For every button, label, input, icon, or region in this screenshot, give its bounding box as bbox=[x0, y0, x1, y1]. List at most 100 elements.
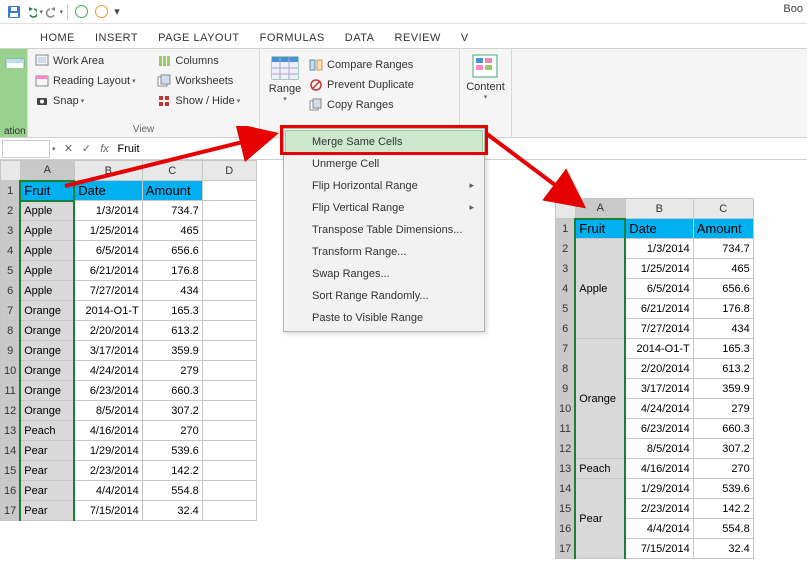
green-circle-icon[interactable] bbox=[72, 3, 90, 21]
r-col-header-A[interactable]: A bbox=[575, 199, 625, 219]
cell-b13[interactable]: 4/16/2014 bbox=[74, 421, 142, 441]
qat-more-button[interactable]: ▾ bbox=[112, 3, 122, 21]
name-box[interactable] bbox=[2, 140, 50, 158]
cell-a13[interactable]: Peach bbox=[20, 421, 74, 441]
cell-b4[interactable]: 6/5/2014 bbox=[74, 241, 142, 261]
r-cell-c13[interactable]: 270 bbox=[693, 459, 753, 479]
cell-b14[interactable]: 1/29/2014 bbox=[74, 441, 142, 461]
r-col-header-B[interactable]: B bbox=[625, 199, 693, 219]
cell-b16[interactable]: 4/4/2014 bbox=[74, 481, 142, 501]
r-row-header-5[interactable]: 5 bbox=[556, 299, 576, 319]
cell-c13[interactable]: 270 bbox=[142, 421, 202, 441]
compare-ranges-button[interactable]: Compare Ranges bbox=[306, 55, 416, 75]
menu-item-flip-horizontal-range[interactable]: Flip Horizontal Range bbox=[286, 175, 482, 197]
cell-d12[interactable] bbox=[202, 401, 256, 421]
cell-b11[interactable]: 6/23/2014 bbox=[74, 381, 142, 401]
cell-b8[interactable]: 2/20/2014 bbox=[74, 321, 142, 341]
tab-page-layout[interactable]: PAGE LAYOUT bbox=[148, 28, 250, 48]
menu-item-paste-to-visible-range[interactable]: Paste to Visible Range bbox=[286, 307, 482, 329]
cancel-formula-icon[interactable]: ✕ bbox=[60, 142, 78, 155]
r-row-header-11[interactable]: 11 bbox=[556, 419, 576, 439]
row-header-16[interactable]: 16 bbox=[1, 481, 21, 501]
cell-a8[interactable]: Orange bbox=[20, 321, 74, 341]
orange-circle-icon[interactable] bbox=[92, 3, 110, 21]
menu-item-swap-ranges[interactable]: Swap Ranges... bbox=[286, 263, 482, 285]
cell-d9[interactable] bbox=[202, 341, 256, 361]
r-cell-c9[interactable]: 359.9 bbox=[693, 379, 753, 399]
r-cell-b3[interactable]: 1/25/2014 bbox=[625, 259, 693, 279]
r-cell-b13[interactable]: 4/16/2014 bbox=[625, 459, 693, 479]
cell-d8[interactable] bbox=[202, 321, 256, 341]
cell-d5[interactable] bbox=[202, 261, 256, 281]
r-cell-b12[interactable]: 8/5/2014 bbox=[625, 439, 693, 459]
cell-b2[interactable]: 1/3/2014 bbox=[74, 201, 142, 221]
row-header-4[interactable]: 4 bbox=[1, 241, 21, 261]
row-header-10[interactable]: 10 bbox=[1, 361, 21, 381]
cell-a3[interactable]: Apple bbox=[20, 221, 74, 241]
menu-item-unmerge-cell[interactable]: Unmerge Cell bbox=[286, 153, 482, 175]
cell-d7[interactable] bbox=[202, 301, 256, 321]
r-cell-c11[interactable]: 660.3 bbox=[693, 419, 753, 439]
r-cell-b7[interactable]: 2014-O1-T bbox=[625, 339, 693, 359]
columns-button[interactable]: Columns bbox=[154, 51, 255, 71]
r-merged-peach[interactable]: Peach bbox=[575, 459, 625, 479]
cell-c6[interactable]: 434 bbox=[142, 281, 202, 301]
row-header-9[interactable]: 9 bbox=[1, 341, 21, 361]
cell-d1[interactable] bbox=[202, 181, 256, 201]
cell-c15[interactable]: 142.2 bbox=[142, 461, 202, 481]
r-cell-c8[interactable]: 613.2 bbox=[693, 359, 753, 379]
cell-d15[interactable] bbox=[202, 461, 256, 481]
r-cell-c7[interactable]: 165.3 bbox=[693, 339, 753, 359]
tab-insert[interactable]: INSERT bbox=[85, 28, 148, 48]
cell-c7[interactable]: 165.3 bbox=[142, 301, 202, 321]
cell-b17[interactable]: 7/15/2014 bbox=[74, 501, 142, 521]
cell-a14[interactable]: Pear bbox=[20, 441, 74, 461]
tab-review[interactable]: REVIEW bbox=[385, 28, 451, 48]
cell-b15[interactable]: 2/23/2014 bbox=[74, 461, 142, 481]
cell-c10[interactable]: 279 bbox=[142, 361, 202, 381]
cell-d11[interactable] bbox=[202, 381, 256, 401]
cell-b6[interactable]: 7/27/2014 bbox=[74, 281, 142, 301]
tab-formulas[interactable]: FORMULAS bbox=[250, 28, 335, 48]
cell-a12[interactable]: Orange bbox=[20, 401, 74, 421]
r-merged-pear[interactable]: Pear bbox=[575, 479, 625, 559]
r-cell-c16[interactable]: 554.8 bbox=[693, 519, 753, 539]
r-header-date[interactable]: Date bbox=[625, 219, 693, 239]
r-row-header-15[interactable]: 15 bbox=[556, 499, 576, 519]
show-hide-button[interactable]: Show / Hide bbox=[154, 91, 255, 111]
r-row-header-12[interactable]: 12 bbox=[556, 439, 576, 459]
content-group[interactable]: Content ▾ bbox=[460, 49, 512, 137]
r-cell-b11[interactable]: 6/23/2014 bbox=[625, 419, 693, 439]
row-header-13[interactable]: 13 bbox=[1, 421, 21, 441]
r-col-header-C[interactable]: C bbox=[693, 199, 753, 219]
cell-b3[interactable]: 1/25/2014 bbox=[74, 221, 142, 241]
cell-c11[interactable]: 660.3 bbox=[142, 381, 202, 401]
cell-c5[interactable]: 176.8 bbox=[142, 261, 202, 281]
r-row-header-17[interactable]: 17 bbox=[556, 539, 576, 559]
row-header-2[interactable]: 2 bbox=[1, 201, 21, 221]
prevent-duplicate-button[interactable]: Prevent Duplicate bbox=[306, 75, 416, 95]
enter-formula-icon[interactable]: ✓ bbox=[78, 142, 96, 155]
r-row-header-9[interactable]: 9 bbox=[556, 379, 576, 399]
menu-item-transpose-table-dimensions[interactable]: Transpose Table Dimensions... bbox=[286, 219, 482, 241]
select-all-corner[interactable] bbox=[1, 161, 21, 181]
cell-d4[interactable] bbox=[202, 241, 256, 261]
r-row-header-8[interactable]: 8 bbox=[556, 359, 576, 379]
cell-b9[interactable]: 3/17/2014 bbox=[74, 341, 142, 361]
r-row-header-6[interactable]: 6 bbox=[556, 319, 576, 339]
menu-item-sort-range-randomly[interactable]: Sort Range Randomly... bbox=[286, 285, 482, 307]
r-cell-b2[interactable]: 1/3/2014 bbox=[625, 239, 693, 259]
r-cell-c4[interactable]: 656.6 bbox=[693, 279, 753, 299]
r-cell-b6[interactable]: 7/27/2014 bbox=[625, 319, 693, 339]
cell-d10[interactable] bbox=[202, 361, 256, 381]
r-row-header-16[interactable]: 16 bbox=[556, 519, 576, 539]
cell-c17[interactable]: 32.4 bbox=[142, 501, 202, 521]
r-select-all-corner[interactable] bbox=[556, 199, 576, 219]
worksheet-after[interactable]: ABC1FruitDateAmount2Apple1/3/2014734.731… bbox=[555, 198, 754, 559]
cell-c2[interactable]: 734.7 bbox=[142, 201, 202, 221]
cell-a15[interactable]: Pear bbox=[20, 461, 74, 481]
work-area-button[interactable]: Work Area bbox=[32, 51, 150, 71]
row-header-8[interactable]: 8 bbox=[1, 321, 21, 341]
copy-ranges-button[interactable]: Copy Ranges bbox=[306, 95, 416, 115]
cell-a7[interactable]: Orange bbox=[20, 301, 74, 321]
